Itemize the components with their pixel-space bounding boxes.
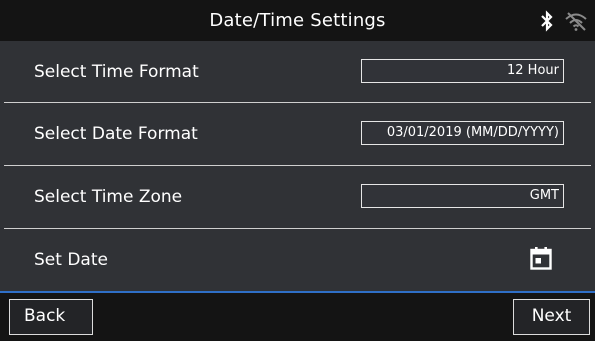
set-date-row[interactable]: Set Date (0, 229, 595, 291)
date-time-settings-screen: Date/Time Settings Select Time Format 12… (0, 0, 595, 341)
time-zone-select[interactable]: GMT (361, 184, 564, 208)
next-button[interactable]: Next (513, 299, 590, 335)
time-format-row: Select Time Format 12 Hour (0, 41, 595, 103)
time-zone-row: Select Time Zone GMT (0, 166, 595, 228)
back-button[interactable]: Back (9, 299, 93, 335)
time-format-label: Select Time Format (34, 62, 199, 82)
page-title: Date/Time Settings (209, 10, 386, 31)
date-format-row: Select Date Format 03/01/2019 (MM/DD/YYY… (0, 103, 595, 165)
date-format-select[interactable]: 03/01/2019 (MM/DD/YYYY) (361, 121, 564, 145)
time-zone-label: Select Time Zone (34, 187, 183, 207)
date-format-label: Select Date Format (34, 124, 198, 144)
time-format-select[interactable]: 12 Hour (361, 59, 564, 83)
bluetooth-icon (541, 10, 553, 32)
bottom-bar: Back Next (0, 291, 595, 341)
title-bar: Date/Time Settings (0, 0, 595, 41)
set-date-label: Set Date (34, 250, 108, 270)
wifi-off-icon (565, 12, 587, 31)
calendar-icon[interactable] (530, 246, 552, 270)
